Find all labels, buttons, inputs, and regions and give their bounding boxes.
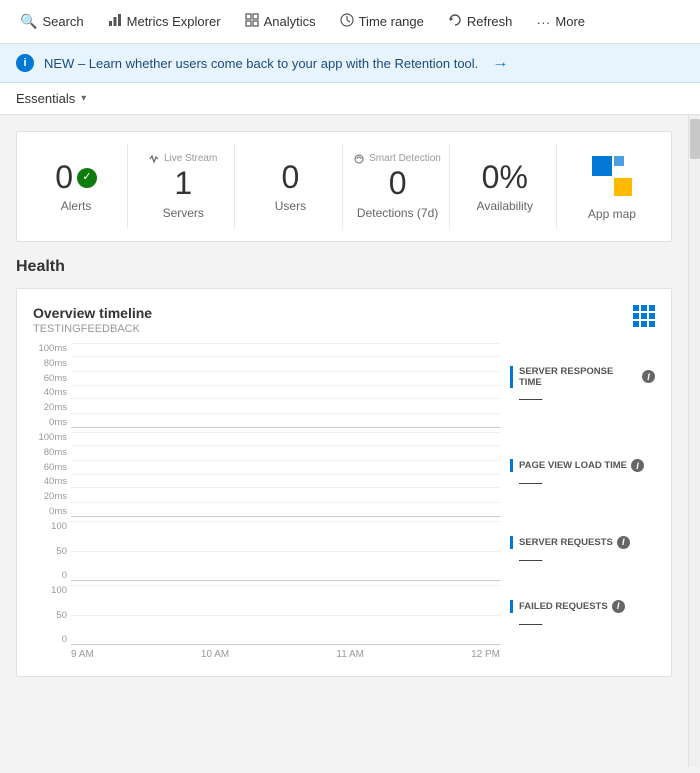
search-icon: 🔍 xyxy=(20,13,37,30)
x-axis-labels: 9 AM 10 AM 11 AM 12 PM xyxy=(33,649,655,660)
metrics-explorer-button[interactable]: Metrics Explorer xyxy=(96,0,233,43)
scrollbar-thumb[interactable] xyxy=(690,119,700,159)
y-label: 80ms xyxy=(33,447,67,458)
y-label: 40ms xyxy=(33,387,67,398)
health-title: Health xyxy=(16,258,672,276)
notification-arrow-icon[interactable]: → xyxy=(492,54,508,72)
notification-text: NEW – Learn whether users come back to y… xyxy=(44,56,478,71)
refresh-label: Refresh xyxy=(467,14,513,29)
y-label: 50 xyxy=(33,610,67,621)
notification-banner: i NEW – Learn whether users come back to… xyxy=(0,44,700,83)
detections-label: Detections (7d) xyxy=(357,206,438,220)
x-label: 9 AM xyxy=(71,649,94,660)
users-label: Users xyxy=(275,199,306,213)
search-label: Search xyxy=(42,14,83,29)
main-content: 0 ✓ Alerts Live Stream 1 Servers 0 xyxy=(0,115,688,767)
server-requests-value: ––– xyxy=(510,551,655,567)
chart-subtitle: TESTINGFEEDBACK xyxy=(33,323,152,335)
y-label: 0ms xyxy=(33,417,67,428)
more-icon: ··· xyxy=(536,14,550,30)
info-icon: i xyxy=(631,459,644,472)
y-label: 40ms xyxy=(33,476,67,487)
servers-sublabel: Live Stream xyxy=(149,153,217,164)
y-label: 100 xyxy=(33,585,67,596)
y-label: 100 xyxy=(33,521,67,532)
failed-requests-label: FAILED REQUESTS i xyxy=(510,600,655,613)
availability-card[interactable]: 0% Availability xyxy=(454,144,557,229)
servers-value: 1 xyxy=(174,166,192,201)
y-label: 80ms xyxy=(33,358,67,369)
analytics-label: Analytics xyxy=(264,14,316,29)
server-response-value: ––– xyxy=(510,390,655,406)
analytics-icon xyxy=(245,13,259,30)
info-icon: i xyxy=(16,54,34,72)
availability-value: 0% xyxy=(482,160,528,195)
check-icon: ✓ xyxy=(77,168,97,188)
metrics-icon xyxy=(108,13,122,30)
detections-card[interactable]: Smart Detection 0 Detections (7d) xyxy=(347,144,450,229)
scrollbar-track[interactable] xyxy=(688,115,700,767)
analytics-button[interactable]: Analytics xyxy=(233,0,328,43)
y-label: 0 xyxy=(33,570,67,581)
detections-sublabel: Smart Detection xyxy=(354,153,440,164)
y-label: 100ms xyxy=(33,432,67,443)
refresh-button[interactable]: Refresh xyxy=(436,0,525,43)
app-map-card[interactable]: App map xyxy=(561,144,663,229)
more-label: More xyxy=(555,14,585,29)
essentials-chevron-icon[interactable]: ▾ xyxy=(81,93,86,104)
refresh-icon xyxy=(448,13,462,30)
info-icon: i xyxy=(642,370,655,383)
clock-icon xyxy=(340,13,354,30)
detections-value: 0 xyxy=(389,166,407,201)
chart-title: Overview timeline xyxy=(33,305,152,321)
x-label: 12 PM xyxy=(471,649,500,660)
essentials-label: Essentials xyxy=(16,91,75,106)
servers-label: Servers xyxy=(163,206,204,220)
info-icon: i xyxy=(612,600,625,613)
app-map-label: App map xyxy=(588,207,636,221)
x-label: 10 AM xyxy=(201,649,229,660)
y-label: 20ms xyxy=(33,491,67,502)
chart-header: Overview timeline TESTINGFEEDBACK xyxy=(33,305,655,335)
alerts-label: Alerts xyxy=(61,199,92,213)
time-range-label: Time range xyxy=(359,14,424,29)
users-card[interactable]: 0 Users xyxy=(239,144,342,229)
failed-requests-value: ––– xyxy=(510,615,655,631)
metrics-label: Metrics Explorer xyxy=(127,14,221,29)
y-label: 0ms xyxy=(33,506,67,517)
y-label: 100ms xyxy=(33,343,67,354)
servers-card[interactable]: Live Stream 1 Servers xyxy=(132,144,235,229)
more-button[interactable]: ··· More xyxy=(524,0,597,43)
metrics-row: 0 ✓ Alerts Live Stream 1 Servers 0 xyxy=(16,131,672,242)
y-label: 60ms xyxy=(33,373,67,384)
time-range-button[interactable]: Time range xyxy=(328,0,436,43)
y-label: 50 xyxy=(33,546,67,557)
essentials-bar: Essentials ▾ xyxy=(0,83,700,115)
search-button[interactable]: 🔍 Search xyxy=(8,0,96,43)
alerts-card[interactable]: 0 ✓ Alerts xyxy=(25,144,128,229)
server-response-label: SERVER RESPONSE TIME i xyxy=(510,366,655,388)
info-icon: i xyxy=(617,536,630,549)
alerts-value: 0 ✓ xyxy=(55,160,97,195)
page-view-label: PAGE VIEW LOAD TIME i xyxy=(510,459,655,472)
server-requests-label: SERVER REQUESTS i xyxy=(510,536,655,549)
y-label: 60ms xyxy=(33,462,67,473)
chart-card: Overview timeline TESTINGFEEDBACK 100ms … xyxy=(16,288,672,677)
toolbar: 🔍 Search Metrics Explorer Analytics xyxy=(0,0,700,44)
users-value: 0 xyxy=(282,160,300,195)
x-label: 11 AM xyxy=(336,649,364,660)
page-view-value: ––– xyxy=(510,474,655,490)
y-label: 0 xyxy=(33,634,67,645)
y-label: 20ms xyxy=(33,402,67,413)
grid-view-icon[interactable] xyxy=(633,305,655,327)
availability-label: Availability xyxy=(477,199,533,213)
app-map-icon xyxy=(588,152,636,203)
